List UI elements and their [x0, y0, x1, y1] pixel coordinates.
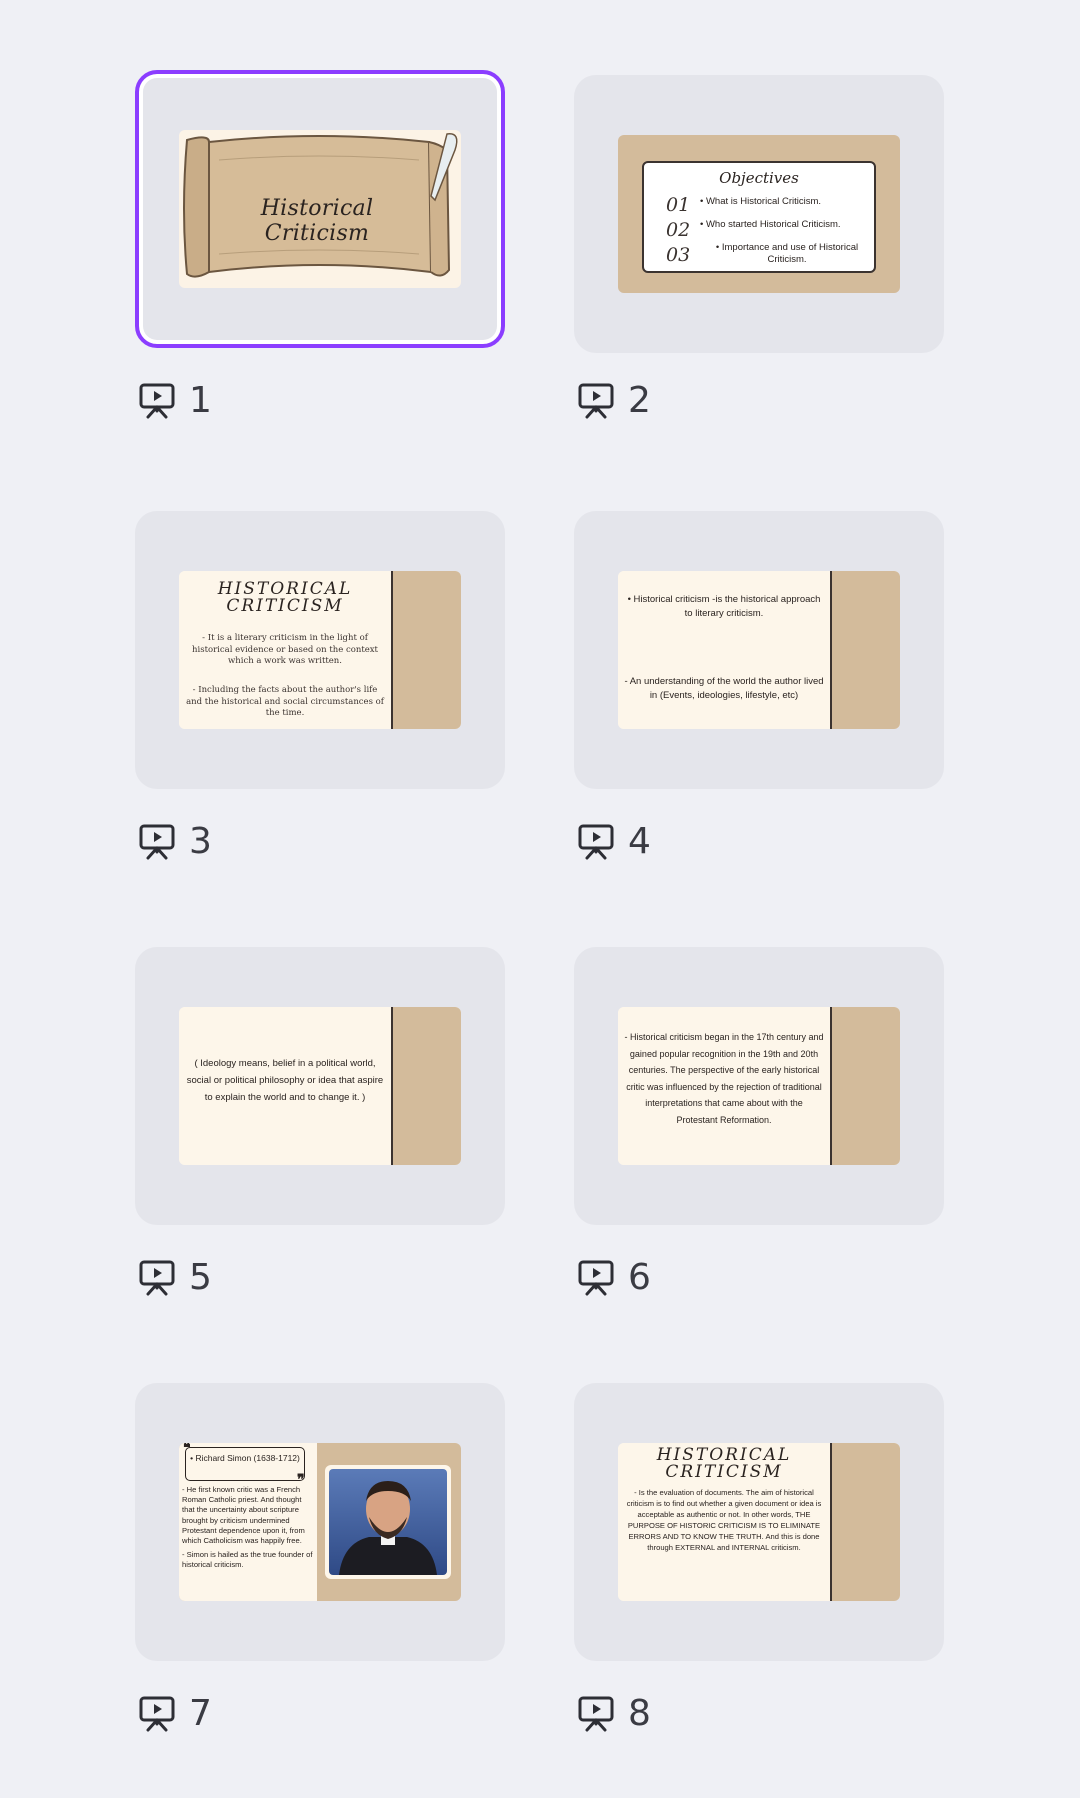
- slide-preview-3: HISTORICAL CRITICISM - It is a literary …: [179, 571, 461, 729]
- slide-paragraph: ( Ideology means, belief in a political …: [186, 1058, 384, 1103]
- slide-preview-1: Historical Criticism: [179, 130, 461, 288]
- slide-preview-7: ❝ • Richard Simon (1638-1712) ❞ - He fir…: [179, 1443, 461, 1601]
- slide-paragraph: - Historical criticism began in the 17th…: [624, 1032, 824, 1125]
- slide-paragraph: - It is a literary criticism in the ligh…: [192, 633, 378, 666]
- slide-paragraph: - An understanding of the world the auth…: [624, 676, 824, 701]
- slide-preview-5: ( Ideology means, belief in a political …: [179, 1007, 461, 1165]
- slide-number: 2: [628, 379, 651, 421]
- objective-numbers: 01 02 03: [666, 193, 690, 268]
- objective-item: • Who started Historical Criticism.: [700, 219, 841, 230]
- slide-thumbnail-1[interactable]: Historical Criticism: [135, 70, 505, 348]
- slide-paragraph: - Is the evaluation of documents. The ai…: [626, 1488, 822, 1552]
- priest-portrait-image: [329, 1469, 447, 1575]
- slide-label-3: 3: [137, 820, 212, 862]
- slide-label-7: 7: [137, 1692, 212, 1734]
- slide-number: 1: [189, 379, 212, 421]
- slide-preview-8: HISTORICAL CRITICISM - Is the evaluation…: [618, 1443, 900, 1601]
- slide-label-2: 2: [576, 379, 651, 421]
- slide-thumbnail-7[interactable]: ❝ • Richard Simon (1638-1712) ❞ - He fir…: [135, 1383, 505, 1661]
- slide-cell-1: Historical Criticism 1: [135, 70, 505, 421]
- objective-item: • Importance and use of Historical Criti…: [715, 242, 859, 265]
- objective-number: 01: [666, 194, 691, 216]
- slide-cell-4: • Historical criticism -is the historica…: [574, 511, 944, 862]
- slide-paragraph: - Including the facts about the author's…: [186, 685, 384, 718]
- slide-thumbnail-5[interactable]: ( Ideology means, belief in a political …: [135, 947, 505, 1225]
- portrait-photo: [325, 1465, 451, 1579]
- objective-items: • What is Historical Criticism. • Who st…: [700, 196, 874, 266]
- presentation-icon: [578, 383, 614, 419]
- slide-thumbnail-6[interactable]: - Historical criticism began in the 17th…: [574, 947, 944, 1225]
- slide-title: HISTORICAL CRITICISM: [656, 1445, 792, 1482]
- presentation-icon: [578, 1696, 614, 1732]
- slide-title: Historical Criticism: [260, 196, 374, 246]
- objectives-box: Objectives 01 02 03 • What is Historical…: [642, 161, 876, 273]
- slide-label-5: 5: [137, 1256, 212, 1298]
- slide-label-4: 4: [576, 820, 651, 862]
- presentation-icon: [139, 1696, 175, 1732]
- slide-grid: Historical Criticism 1 Objectives 01 02 …: [0, 0, 1080, 1798]
- objective-number: 03: [666, 244, 691, 266]
- slide-number: 3: [189, 820, 212, 862]
- slide-paragraph: • Historical criticism -is the historica…: [627, 594, 821, 619]
- presentation-icon: [578, 824, 614, 860]
- slide-title: Objectives: [719, 169, 799, 187]
- slide-thumbnail-8[interactable]: HISTORICAL CRITICISM - Is the evaluation…: [574, 1383, 944, 1661]
- slide-cell-5: ( Ideology means, belief in a political …: [135, 947, 505, 1298]
- slide-cell-6: - Historical criticism began in the 17th…: [574, 947, 944, 1298]
- slide-thumbnail-2[interactable]: Objectives 01 02 03 • What is Historical…: [574, 75, 944, 353]
- objective-item: • What is Historical Criticism.: [700, 196, 822, 207]
- presentation-icon: [139, 1260, 175, 1296]
- slide-thumbnail-4[interactable]: • Historical criticism -is the historica…: [574, 511, 944, 789]
- slide-cell-8: HISTORICAL CRITICISM - Is the evaluation…: [574, 1383, 944, 1734]
- slide-title: HISTORICAL CRITICISM: [217, 579, 353, 616]
- objective-number: 02: [666, 219, 691, 241]
- slide-body: - He first known critic was a French Rom…: [182, 1485, 316, 1571]
- slide-paragraph: - Simon is hailed as the true founder of…: [182, 1550, 313, 1570]
- slide-label-1: 1: [137, 379, 212, 421]
- presentation-icon: [578, 1260, 614, 1296]
- presentation-icon: [139, 383, 175, 419]
- slide-cell-7: ❝ • Richard Simon (1638-1712) ❞ - He fir…: [135, 1383, 505, 1734]
- slide-number: 7: [189, 1692, 212, 1734]
- slide-preview-6: - Historical criticism began in the 17th…: [618, 1007, 900, 1165]
- slide-cell-3: HISTORICAL CRITICISM - It is a literary …: [135, 511, 505, 862]
- slide-number: 8: [628, 1692, 651, 1734]
- slide-number: 6: [628, 1256, 651, 1298]
- slide-preview-4: • Historical criticism -is the historica…: [618, 571, 900, 729]
- slide-label-6: 6: [576, 1256, 651, 1298]
- slide-number: 5: [189, 1256, 212, 1298]
- slide-cell-2: Objectives 01 02 03 • What is Historical…: [574, 75, 944, 421]
- slide-paragraph: - He first known critic was a French Rom…: [182, 1485, 305, 1546]
- slide-label-8: 8: [576, 1692, 651, 1734]
- presentation-icon: [139, 824, 175, 860]
- slide-preview-2: Objectives 01 02 03 • What is Historical…: [618, 135, 900, 293]
- name-box: • Richard Simon (1638-1712): [185, 1447, 305, 1481]
- slide-thumbnail-3[interactable]: HISTORICAL CRITICISM - It is a literary …: [135, 511, 505, 789]
- slide-number: 4: [628, 820, 651, 862]
